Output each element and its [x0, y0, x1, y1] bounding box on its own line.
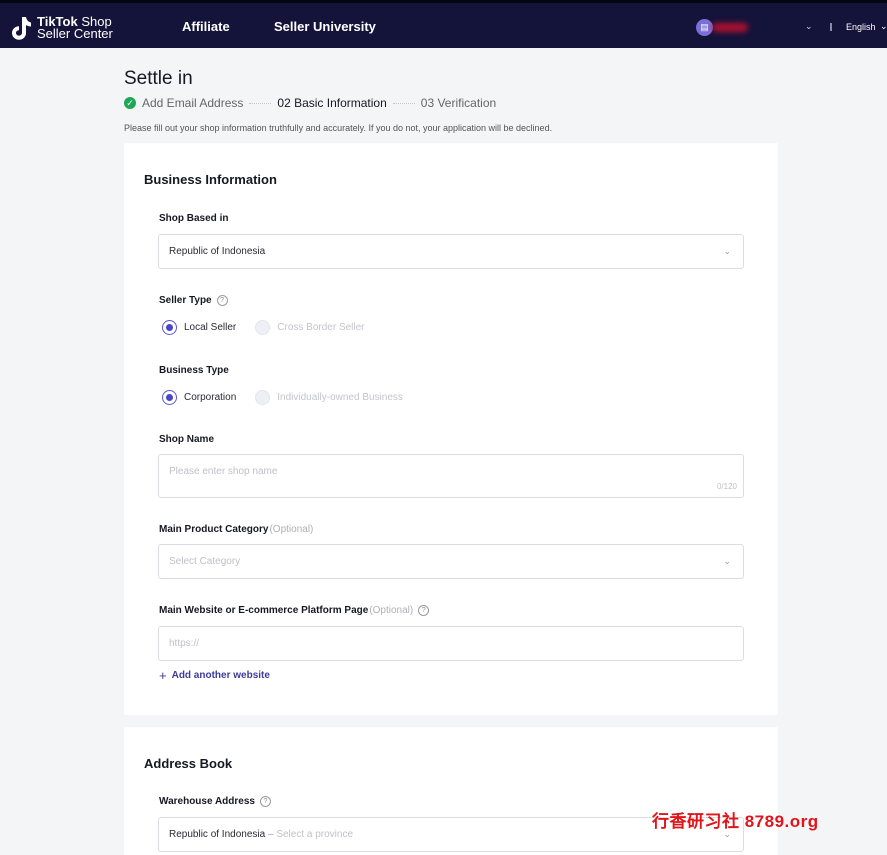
address-country: Republic of Indonesia	[169, 829, 266, 840]
divider	[830, 23, 832, 31]
language-chevron-down-icon[interactable]: ⌄	[880, 21, 887, 32]
radio-label-corporation[interactable]: Corporation	[184, 392, 236, 403]
label-text: Main Product Category	[159, 524, 269, 535]
select-placeholder: Select Category	[169, 556, 241, 567]
section-title-address: Address Book	[144, 756, 233, 771]
language-selector[interactable]: English	[846, 22, 876, 32]
website-input[interactable]: https://	[158, 626, 744, 661]
radio-cross-border-seller	[255, 320, 271, 335]
label-main-website: Main Website or E-commerce Platform Page…	[159, 605, 430, 616]
province-placeholder: Select a province	[276, 829, 354, 840]
section-title-business: Business Information	[144, 172, 277, 187]
address-separator: –	[265, 829, 277, 840]
step-verification: 03 Verification	[420, 96, 497, 110]
check-circle-icon: ✓	[124, 97, 136, 109]
form-notice: Please fill out your shop information tr…	[124, 123, 553, 133]
question-circle-icon[interactable]: ?	[216, 295, 228, 306]
business-information-card: Business Information Shop Based in Repub…	[124, 143, 778, 715]
step-basic-information: 02 Basic Information	[277, 96, 387, 110]
label-text: Business Type	[159, 365, 229, 376]
step-connector	[249, 102, 272, 104]
radio-label-individually-owned: Individually-owned Business	[277, 392, 403, 403]
plus-icon: +	[159, 668, 167, 683]
shop-name-placeholder: Please enter shop name	[169, 466, 278, 477]
chevron-down-icon: ⌄	[723, 246, 731, 256]
radio-label-local-seller[interactable]: Local Seller	[184, 322, 236, 333]
top-navigation-bar: TikTok Shop Seller Center Affiliate Sell…	[0, 0, 887, 48]
label-main-product-category: Main Product Category (Optional)	[159, 524, 313, 535]
progress-steps: ✓ Add Email Address 02 Basic Information…	[124, 96, 496, 110]
account-chevron-down-icon[interactable]: ⌄	[805, 21, 813, 32]
label-shop-based-in: Shop Based in	[159, 213, 228, 224]
label-text: Seller Type	[159, 295, 212, 306]
step-add-email: Add Email Address	[142, 96, 244, 110]
label-text: Shop Name	[159, 434, 215, 445]
account-avatar[interactable]: ▤	[696, 19, 713, 36]
radio-individually-owned	[255, 390, 271, 405]
page-title: Settle in	[124, 68, 193, 89]
label-seller-type: Seller Type ?	[159, 295, 228, 306]
nav-seller-university[interactable]: Seller University	[274, 19, 376, 34]
optional-tag: (Optional)	[269, 524, 314, 535]
label-shop-name: Shop Name	[159, 434, 214, 445]
step-connector	[392, 102, 415, 104]
radio-local-seller[interactable]	[162, 320, 177, 335]
shop-based-in-select[interactable]: Republic of Indonesia ⌄	[158, 234, 744, 269]
optional-tag: (Optional)	[369, 605, 414, 616]
question-circle-icon[interactable]: ?	[259, 796, 271, 807]
radio-label-cross-border-seller: Cross Border Seller	[277, 322, 365, 333]
address-book-card: Address Book Warehouse Address ? Republi…	[124, 727, 778, 855]
char-counter: 0/120	[716, 482, 737, 491]
label-text: Shop Based in	[159, 213, 229, 224]
nav-affiliate[interactable]: Affiliate	[182, 19, 230, 34]
watermark-text: 行香研习社 8789.org	[652, 812, 819, 831]
label-business-type: Business Type	[159, 365, 229, 376]
question-circle-icon[interactable]: ?	[418, 605, 430, 616]
radio-corporation[interactable]	[162, 390, 177, 405]
select-value: Republic of Indonesia	[169, 246, 266, 257]
label-text: Warehouse Address	[159, 796, 255, 807]
website-placeholder: https://	[169, 638, 200, 649]
add-website-label: Add another website	[171, 670, 270, 681]
tiktok-note-icon	[10, 15, 32, 41]
label-warehouse-address: Warehouse Address ?	[159, 796, 271, 807]
label-text: Main Website or E-commerce Platform Page	[159, 605, 369, 616]
main-product-category-select[interactable]: Select Category ⌄	[158, 544, 744, 579]
tiktok-shop-logo[interactable]: TikTok Shop Seller Center	[10, 13, 113, 43]
redacted-account-name	[712, 23, 748, 32]
logo-text-seller-center: Seller Center	[37, 26, 113, 41]
shop-icon: ▤	[700, 22, 709, 32]
shop-name-input[interactable]: Please enter shop name 0/120	[158, 454, 744, 498]
seller-type-radio-group: Local Seller Cross Border Seller	[162, 320, 384, 335]
chevron-down-icon: ⌄	[723, 556, 731, 566]
add-another-website-link[interactable]: + Add another website	[159, 668, 270, 683]
business-type-radio-group: Corporation Individually-owned Business	[162, 390, 422, 405]
